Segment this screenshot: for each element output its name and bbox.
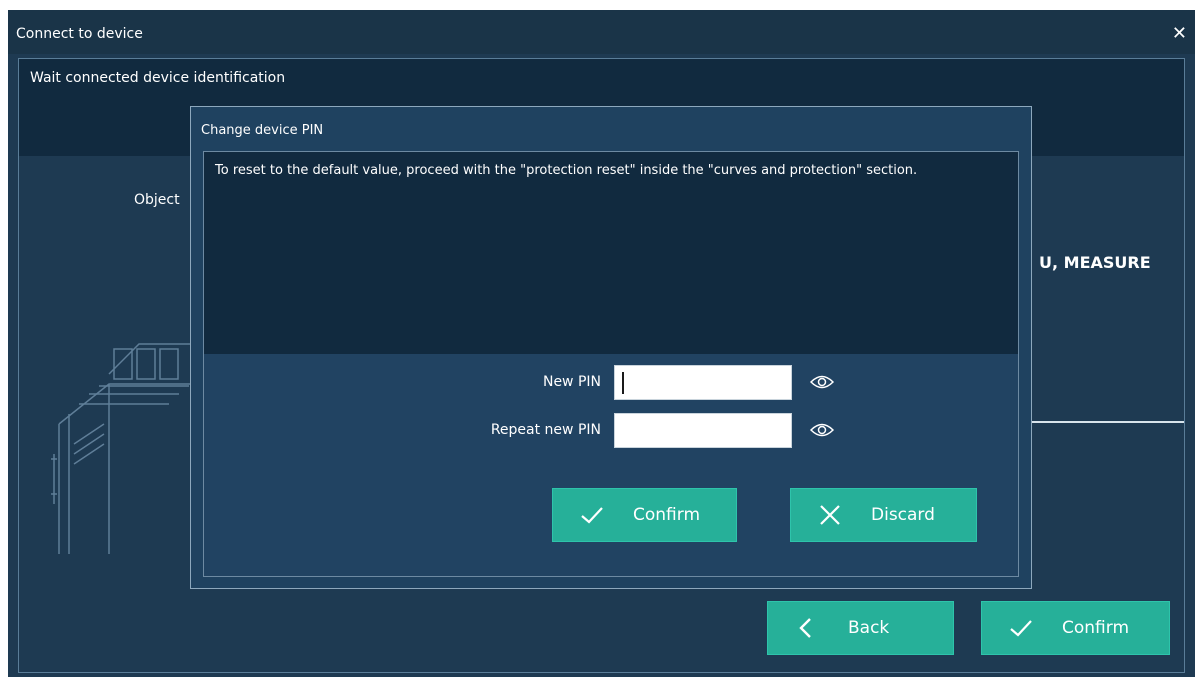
close-icon[interactable]: ✕ (1172, 23, 1187, 44)
reset-instructions: To reset to the default value, proceed w… (215, 163, 918, 178)
dialog-confirm-button[interactable]: Confirm (552, 488, 737, 542)
message-area: To reset to the default value, proceed w… (204, 152, 1018, 354)
window-titlebar: Connect to device ✕ (8, 10, 1195, 54)
check-icon (1010, 620, 1032, 637)
eye-icon[interactable] (810, 422, 834, 438)
new-pin-label: New PIN (542, 374, 601, 390)
change-pin-dialog: Change device PIN To reset to the defaul… (190, 106, 1032, 589)
window-title: Connect to device (16, 26, 143, 42)
confirm-button[interactable]: Confirm (981, 601, 1170, 655)
dialog-title: Change device PIN (201, 123, 324, 138)
new-pin-input[interactable] (614, 365, 792, 400)
repeat-pin-label: Repeat new PIN (490, 422, 601, 438)
object-label: Object (134, 192, 180, 208)
repeat-pin-input[interactable] (614, 413, 792, 448)
back-button-label: Back (848, 618, 890, 638)
discard-button[interactable]: Discard (790, 488, 977, 542)
status-text: Wait connected device identification (30, 70, 286, 86)
close-icon (820, 505, 840, 525)
chevron-left-icon (799, 618, 811, 638)
eye-icon[interactable] (810, 374, 834, 390)
text-caret (622, 372, 624, 394)
confirm-button-label: Confirm (1062, 618, 1130, 638)
divider (1031, 421, 1184, 423)
dialog-body: To reset to the default value, proceed w… (203, 151, 1019, 577)
back-button[interactable]: Back (767, 601, 954, 655)
discard-button-label: Discard (871, 505, 935, 525)
dialog-confirm-label: Confirm (633, 505, 701, 525)
check-icon (581, 507, 603, 524)
device-type-label: U, MEASURE (1039, 253, 1151, 272)
